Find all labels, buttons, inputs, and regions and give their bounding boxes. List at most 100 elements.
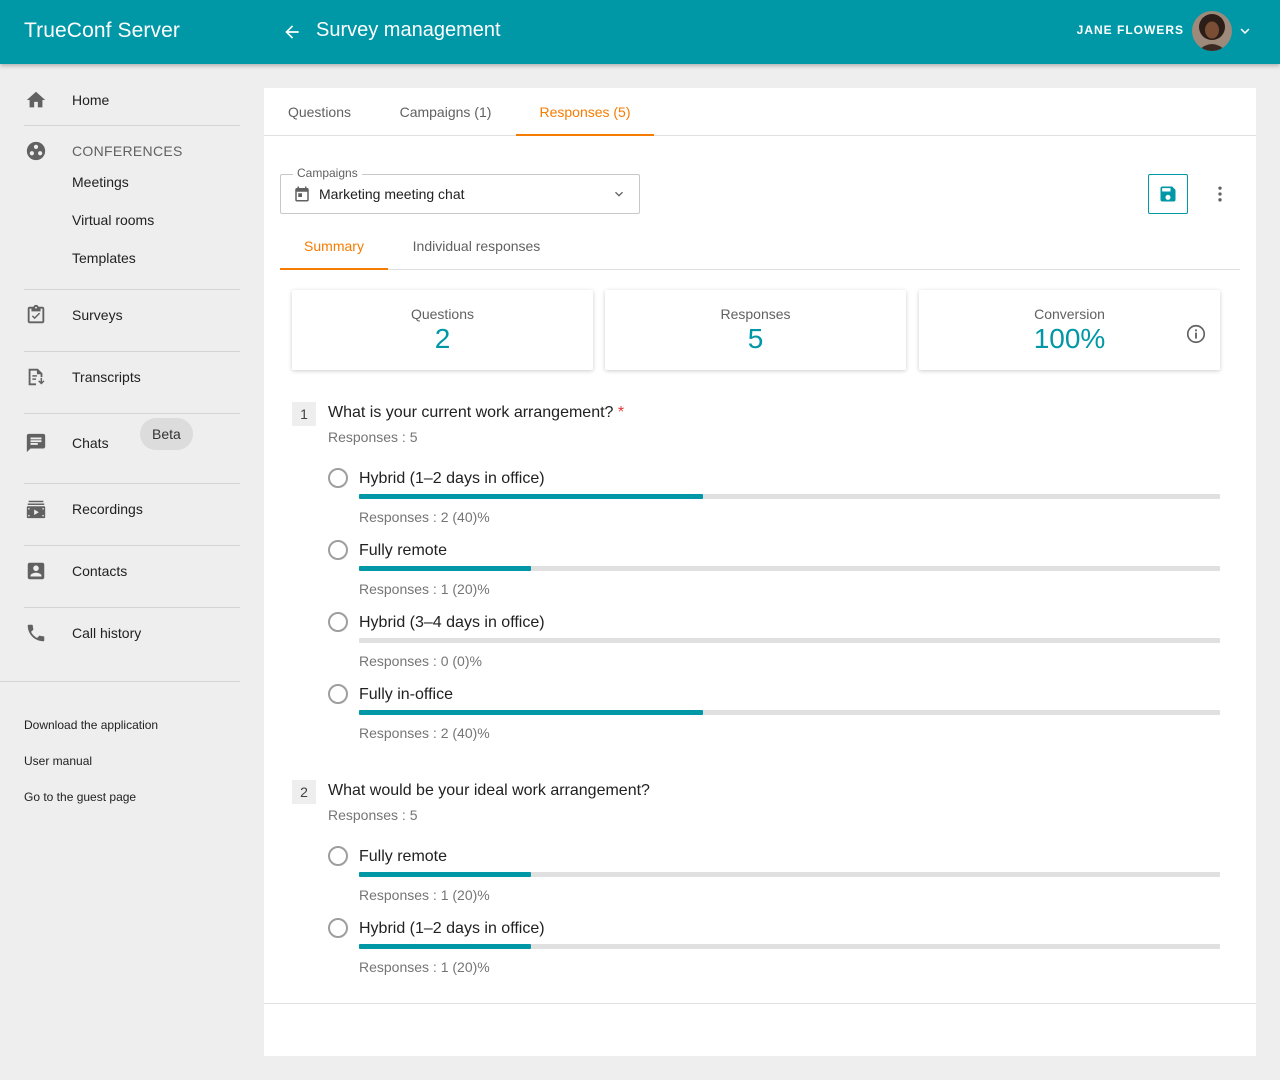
save-icon [1160, 186, 1176, 202]
radio-button[interactable] [328, 684, 348, 704]
tab-questions[interactable]: Questions [264, 88, 375, 136]
user-name[interactable]: JANE FLOWERS [1077, 23, 1184, 37]
question-number: 1 [292, 402, 316, 426]
radio-button[interactable] [328, 540, 348, 560]
sidebar-item-label: Transcripts [72, 369, 141, 385]
divider [24, 289, 240, 290]
recordings-icon [24, 497, 48, 521]
sidebar-item-label: Meetings [72, 174, 129, 190]
transcript-icon [24, 365, 48, 389]
answer-option: Hybrid (1–2 days in office) Responses : … [328, 468, 1220, 534]
back-button[interactable] [278, 18, 306, 46]
summary-content: Questions 2 Responses 5 Conversion 100% … [280, 278, 1240, 988]
tab-campaigns[interactable]: Campaigns (1) [375, 88, 516, 136]
sidebar-item-transcripts[interactable]: Transcripts [24, 365, 240, 389]
question-response-count: Responses : 5 [328, 429, 418, 445]
calendar-icon [295, 186, 309, 202]
select-legend: Campaigns [293, 166, 362, 180]
guest-page-link[interactable]: Go to the guest page [24, 790, 136, 804]
response-bar [359, 710, 1220, 715]
sidebar-item-label: Virtual rooms [72, 212, 155, 228]
radio-button[interactable] [328, 612, 348, 632]
stat-card-responses: Responses 5 [605, 290, 906, 370]
download-app-link[interactable]: Download the application [24, 718, 158, 732]
top-app-bar: TrueConf Server Survey management JANE F… [0, 0, 1280, 64]
sidebar-item-label: Templates [72, 250, 136, 266]
more-options-button[interactable] [1208, 182, 1232, 206]
select-value: Marketing meeting chat [319, 186, 465, 202]
option-response-count: Responses : 2 (40)% [359, 509, 490, 525]
clipboard-check-icon [24, 303, 48, 327]
info-icon[interactable] [1185, 323, 1207, 345]
page-title: Survey management [316, 19, 501, 41]
sidebar-item-label: Call history [72, 625, 142, 641]
response-bar-fill [359, 494, 704, 499]
tab-individual-responses[interactable]: Individual responses [388, 222, 565, 270]
sidebar-item-meetings[interactable]: Meetings [24, 170, 240, 194]
sidebar-item-home[interactable]: Home [24, 88, 240, 112]
question-title: What is your current work arrangement? * [328, 404, 624, 422]
app-brand: TrueConf Server [24, 19, 180, 42]
sidebar-item-templates[interactable]: Templates [24, 246, 240, 270]
question-number: 2 [292, 780, 316, 804]
stat-label: Conversion [1034, 306, 1105, 322]
sidebar-item-label: Surveys [72, 307, 123, 323]
tab-bar: Questions Campaigns (1) Responses (5) [264, 88, 1256, 136]
more-vert-icon [1218, 186, 1222, 202]
tab-summary[interactable]: Summary [280, 222, 388, 270]
sidebar-item-recordings[interactable]: Recordings [24, 497, 240, 521]
answer-option: Hybrid (1–2 days in office) Responses : … [328, 918, 1220, 984]
main-panel: Questions Campaigns (1) Responses (5) Ca… [264, 88, 1256, 1056]
radio-button[interactable] [328, 468, 348, 488]
question-response-count: Responses : 5 [328, 807, 418, 823]
sidebar-item-contacts[interactable]: Contacts [24, 559, 240, 583]
sidebar-item-label: Recordings [72, 501, 143, 517]
contact-card-icon [24, 559, 48, 583]
avatar[interactable] [1192, 11, 1232, 51]
response-bar-fill [359, 944, 532, 949]
conferences-icon [24, 139, 48, 163]
option-label: Fully remote [359, 542, 448, 559]
answer-option: Fully remote Responses : 1 (20)% [328, 846, 1220, 912]
option-label: Fully remote [359, 848, 448, 865]
option-label: Hybrid (1–2 days in office) [359, 920, 545, 937]
radio-button[interactable] [328, 918, 348, 938]
divider [24, 483, 240, 484]
sidebar-item-chats[interactable]: Chats Beta [24, 418, 240, 455]
option-response-count: Responses : 0 (0)% [359, 653, 482, 669]
answer-option: Hybrid (3–4 days in office) Responses : … [328, 612, 1220, 678]
stat-card-questions: Questions 2 [292, 290, 593, 370]
user-manual-link[interactable]: User manual [24, 754, 92, 768]
stat-value: 100% [1033, 323, 1106, 354]
stat-value: 5 [747, 323, 764, 354]
divider [24, 545, 240, 546]
option-response-count: Responses : 1 (20)% [359, 887, 490, 903]
sidebar-item-label: Home [72, 92, 110, 108]
response-bar [359, 872, 1220, 877]
sidebar-item-label: Contacts [72, 563, 128, 579]
campaign-select[interactable]: Campaigns Marketing meeting chat [280, 166, 640, 214]
sidebar-item-label: Chats [72, 435, 109, 451]
response-bar-fill [359, 710, 704, 715]
stat-label: Responses [720, 306, 791, 322]
save-button[interactable] [1148, 174, 1188, 214]
arrow-back-icon [285, 25, 299, 39]
divider [24, 351, 240, 352]
chevron-down-icon[interactable] [1236, 22, 1254, 40]
beta-badge: Beta [140, 418, 193, 450]
sidebar-item-virtual-rooms[interactable]: Virtual rooms [24, 208, 240, 232]
divider [0, 681, 240, 682]
question-title: What would be your ideal work arrangemen… [328, 782, 650, 800]
radio-button[interactable] [328, 846, 348, 866]
answer-option: Fully remote Responses : 1 (20)% [328, 540, 1220, 606]
section-label-conferences: CONFERENCES [72, 143, 183, 159]
required-mark: * [617, 404, 625, 421]
stat-label: Questions [410, 306, 475, 322]
response-bar [359, 638, 1220, 643]
response-bar-fill [359, 872, 532, 877]
response-bar [359, 566, 1220, 571]
sidebar-item-call-history[interactable]: Call history [24, 621, 240, 645]
option-response-count: Responses : 1 (20)% [359, 959, 490, 975]
sidebar-item-surveys[interactable]: Surveys [24, 303, 240, 327]
tab-responses[interactable]: Responses (5) [516, 88, 654, 136]
